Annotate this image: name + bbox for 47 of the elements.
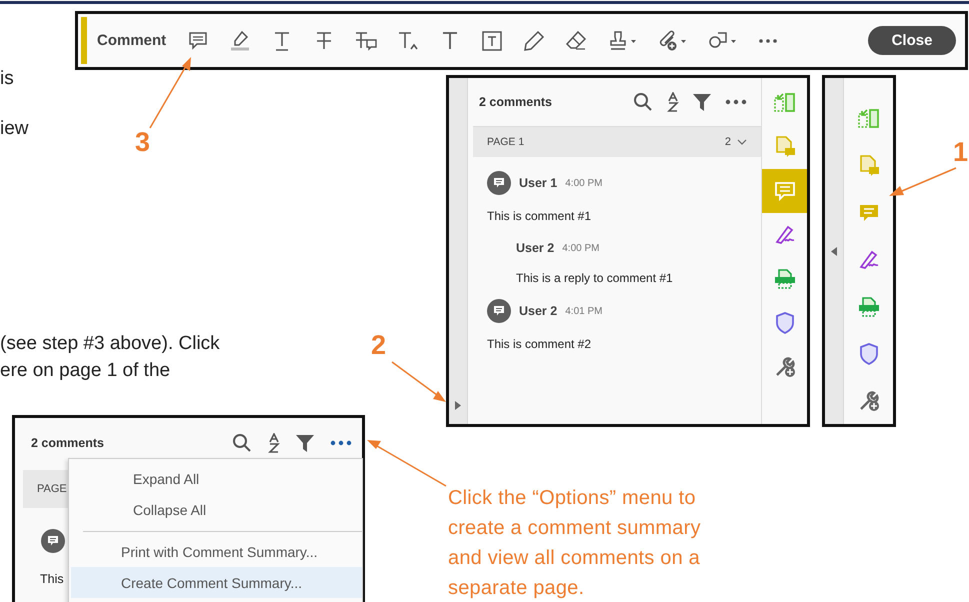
more-icon[interactable]	[330, 440, 352, 446]
collapse-triangle-icon[interactable]	[831, 246, 837, 256]
text-box-icon[interactable]	[480, 28, 504, 52]
leader-line	[392, 361, 446, 402]
reply-time: 4:00 PM	[562, 242, 600, 254]
leader-line	[149, 57, 191, 128]
page-group-header[interactable]: PAGE 1 2	[473, 126, 761, 157]
step-number: 1	[953, 137, 968, 168]
filter-icon[interactable]	[296, 434, 314, 452]
comment-time: 4:01 PM	[565, 306, 602, 316]
comment-count: 2 comments	[31, 436, 105, 450]
expand-triangle-icon[interactable]	[455, 401, 461, 410]
comment-avatar-icon	[487, 299, 511, 323]
body-text: (see step #3 above). Click	[0, 333, 220, 355]
reply-text: This is a reply to comment #1	[516, 271, 674, 285]
comment-text: This is comment #2	[487, 337, 592, 351]
leader-line	[889, 167, 956, 196]
filter-icon[interactable]	[693, 93, 711, 111]
step-number: 2	[371, 330, 386, 361]
step-number: 3	[135, 127, 150, 158]
comment-count: 2 comments	[479, 95, 553, 109]
comment-text: This is comment #1	[487, 209, 592, 223]
comment-avatar-icon	[487, 171, 511, 195]
search-icon[interactable]	[633, 92, 653, 112]
menu-item[interactable]: Print with Comment Summary...	[71, 536, 362, 567]
menu-item[interactable]: Create Comment Summary...	[71, 567, 362, 598]
pencil-icon[interactable]	[522, 28, 546, 52]
body-text: is	[0, 68, 14, 90]
body-text: ere on page 1 of the	[0, 360, 170, 382]
close-button[interactable]: Close	[868, 26, 956, 55]
reply-author: User 2	[516, 241, 554, 255]
comment-time: 4:00 PM	[565, 178, 602, 188]
more-icon[interactable]	[725, 99, 747, 105]
page-comment-count: 2	[724, 136, 731, 148]
callout-text: Click the “Options” menu to create a comment summary and view all comments on a separate page.	[448, 486, 702, 601]
comment-text: This	[40, 572, 64, 586]
comment-author: User 2	[519, 304, 558, 318]
eraser-icon[interactable]	[564, 28, 588, 52]
sort-icon[interactable]	[667, 92, 679, 112]
sort-icon[interactable]	[268, 433, 280, 453]
toolbar-title: Comment	[97, 32, 166, 49]
comment-avatar-icon	[41, 529, 65, 553]
chevron-down-icon[interactable]	[737, 139, 747, 145]
page-label: PAGE 1	[487, 136, 526, 148]
body-text: iew	[0, 118, 29, 140]
search-icon[interactable]	[232, 433, 252, 453]
comment-author: User 1	[519, 176, 558, 190]
